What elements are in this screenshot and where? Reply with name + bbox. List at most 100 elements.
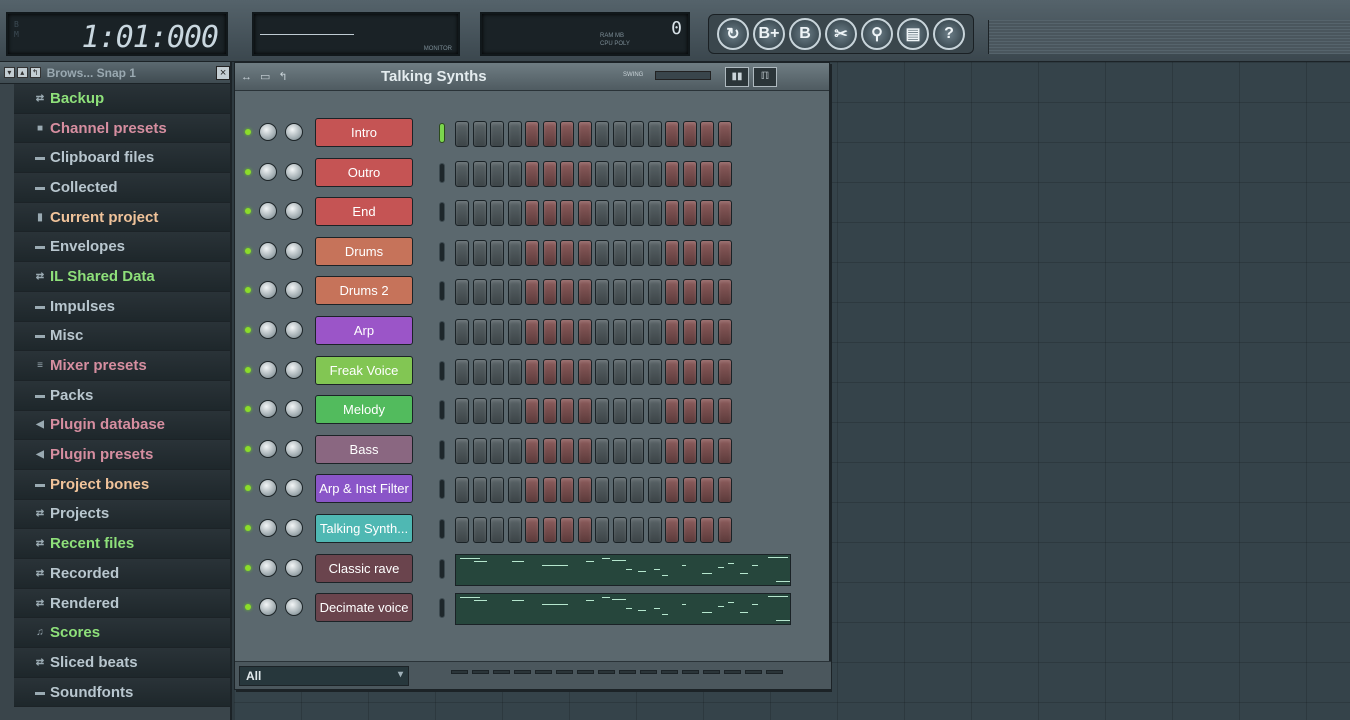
step-button[interactable] [700,398,714,425]
step-button[interactable] [490,200,504,227]
pan-knob[interactable] [259,439,277,458]
volume-knob[interactable] [285,281,303,300]
pan-knob[interactable] [259,281,277,300]
step-button[interactable] [542,200,557,227]
step-button[interactable] [717,239,732,266]
step-button[interactable] [665,121,679,147]
channel-button[interactable]: Drums 2 [315,276,413,306]
step-button[interactable] [682,160,697,187]
channel-button[interactable]: Drums [315,236,413,266]
step-button[interactable] [717,517,732,543]
channel-button[interactable]: Melody [315,395,413,425]
step-button[interactable] [612,437,627,464]
pan-knob[interactable] [259,321,277,339]
step-button[interactable] [525,239,539,266]
browser-item[interactable]: ▬ Project bones [14,469,230,500]
pan-knob[interactable] [259,558,277,577]
step-button[interactable] [700,279,714,306]
step-button[interactable] [612,517,627,543]
step-button[interactable] [595,239,609,266]
step-button[interactable] [682,319,697,345]
step-button[interactable] [682,398,697,425]
step-button[interactable] [682,200,697,227]
step-button[interactable] [455,398,469,425]
step-button[interactable] [665,239,679,266]
step-button[interactable] [577,517,592,543]
step-button[interactable] [700,477,714,504]
step-button[interactable] [507,279,522,306]
step-button[interactable] [612,319,627,345]
browser-item[interactable]: ⇄ Projects [14,499,230,530]
channel-button[interactable]: End [315,197,413,227]
step-button[interactable] [647,160,662,187]
step-button[interactable] [542,358,557,385]
mute-led[interactable] [245,366,251,373]
step-button[interactable] [455,200,469,227]
step-button[interactable] [542,517,557,543]
step-button[interactable] [542,121,557,147]
step-button[interactable] [647,279,662,306]
back-icon[interactable]: ↰ [29,67,41,78]
step-button[interactable] [560,319,574,345]
step-button[interactable] [472,358,487,385]
channel-button[interactable]: Outro [315,157,413,187]
step-button[interactable] [472,398,487,425]
step-button[interactable] [612,279,627,306]
step-button[interactable] [612,121,627,147]
channel-select-indicator[interactable] [439,439,445,460]
step-button[interactable] [525,477,539,504]
step-button[interactable] [490,358,504,385]
channel-button[interactable]: Arp & Inst Filter [315,474,413,504]
step-button[interactable] [717,319,732,345]
step-button[interactable] [630,279,644,306]
step-button[interactable] [560,517,574,543]
step-button[interactable] [455,121,469,147]
channel-button[interactable]: Arp [315,316,413,345]
step-button[interactable] [595,398,609,425]
browser-item[interactable]: ▬ Impulses [14,291,230,322]
step-button[interactable] [577,200,592,227]
browser-item[interactable]: ▬ Soundfonts [14,677,230,708]
step-button[interactable] [542,239,557,266]
step-button[interactable] [525,160,539,187]
up-icon[interactable]: ▴ [16,67,28,78]
step-button[interactable] [490,517,504,543]
step-button[interactable] [490,160,504,187]
step-button[interactable] [717,398,732,425]
collapse-icon[interactable]: ▾ [4,67,15,78]
step-button[interactable] [665,160,679,187]
browser-item[interactable]: ⇄ Rendered [14,588,230,619]
browser-item[interactable]: ⇄ Backup [14,84,230,114]
mute-led[interactable] [245,485,251,492]
step-button[interactable] [700,517,714,543]
channel-button[interactable]: Decimate voice [315,593,413,623]
step-button[interactable] [455,358,469,385]
step-button[interactable] [682,279,697,306]
channel-select-indicator[interactable] [439,162,445,183]
step-button[interactable] [595,517,609,543]
step-button[interactable] [577,319,592,345]
step-button[interactable] [665,437,679,464]
pan-knob[interactable] [259,123,277,141]
step-button[interactable] [647,517,662,543]
step-button[interactable] [560,477,574,504]
volume-knob[interactable] [285,202,303,221]
step-button[interactable] [717,200,732,227]
step-button[interactable] [525,200,539,227]
step-button[interactable] [577,437,592,464]
step-button[interactable] [577,358,592,385]
step-button[interactable] [630,477,644,504]
step-button[interactable] [560,160,574,187]
step-button[interactable] [560,239,574,266]
step-button[interactable] [717,477,732,504]
browser-item[interactable]: ⇄ IL Shared Data [14,262,230,292]
volume-knob[interactable] [285,123,303,141]
step-button[interactable] [682,517,697,543]
channel-select-indicator[interactable] [439,241,445,262]
volume-knob[interactable] [285,162,303,181]
step-mode-icon[interactable]: ▭ [260,70,270,83]
step-button[interactable] [542,319,557,345]
step-button[interactable] [507,160,522,187]
step-button[interactable] [577,398,592,425]
step-button[interactable] [700,358,714,385]
